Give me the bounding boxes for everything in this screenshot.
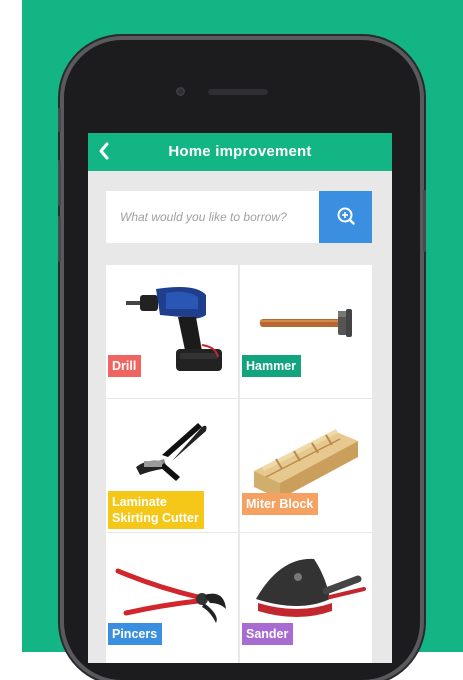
page-title: Home improvement [168,143,312,160]
item-card-miter-block[interactable]: Miter Block [240,399,372,532]
drill-icon [126,287,222,371]
item-label-hammer: Hammer [242,355,302,377]
search-button[interactable] [319,191,372,243]
power-button [423,190,426,252]
item-label-pincers: Pincers [108,623,163,645]
app-screen: Home improvement Drill [88,133,392,663]
volume-down-button [58,216,61,262]
item-card-hammer[interactable]: Hammer [240,265,372,398]
item-label-line-2: Skirting Cutter [112,511,199,525]
search-icon [337,207,355,225]
item-card-laminate-skirting-cutter[interactable]: Laminate Skirting Cutter [106,399,238,532]
item-label-drill: Drill [108,355,142,377]
item-card-sander[interactable]: Sander [240,533,372,663]
item-label-laminate-skirting-cutter: Laminate Skirting Cutter [108,491,204,529]
search-input[interactable] [106,191,318,243]
volume-up-button [58,160,61,206]
mute-switch [58,108,61,132]
item-card-pincers[interactable]: Pincers [106,533,238,663]
search-bar [106,191,372,243]
app-bar: Home improvement [88,133,392,171]
item-label-miter-block: Miter Block [242,493,319,515]
earpiece-speaker [208,89,268,95]
item-label-sander: Sander [242,623,294,645]
item-card-drill[interactable]: Drill [106,265,238,398]
hammer-icon [260,309,352,337]
front-camera [176,87,185,96]
item-label-line-1: Laminate [112,495,167,509]
